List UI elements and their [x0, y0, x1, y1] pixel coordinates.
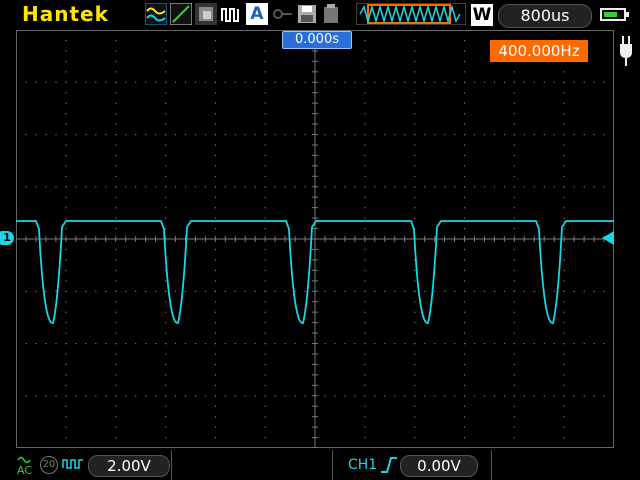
save-icon[interactable]: [296, 3, 318, 25]
ac-coupling-icon[interactable]: AC: [16, 454, 36, 480]
trigger-time-badge[interactable]: 0.000s: [282, 31, 352, 49]
footer-divider: [171, 450, 172, 480]
footer-divider: [332, 450, 333, 480]
ramp-icon[interactable]: [169, 2, 193, 26]
battery-level: [604, 12, 617, 17]
waveform-mode-icon[interactable]: [144, 2, 168, 26]
key-icon: [272, 3, 294, 25]
power-plug-icon: [618, 36, 634, 71]
pulse-icon[interactable]: [220, 3, 242, 25]
window-button[interactable]: W: [471, 4, 493, 26]
trigger-source[interactable]: CH1: [348, 457, 377, 473]
probe-icon[interactable]: [62, 456, 84, 476]
usb-icon: [320, 3, 342, 25]
channel1-volts-per-div[interactable]: 2.00V: [88, 455, 170, 477]
auto-mode-button[interactable]: A: [246, 3, 268, 25]
battery-icon: [600, 8, 629, 21]
rising-edge-icon[interactable]: [380, 455, 398, 479]
brand-logo: Hantek: [22, 2, 109, 26]
frequency-readout: 400.000Hz: [490, 40, 588, 62]
top-status-bar: Hantek A W 800us: [0, 0, 640, 30]
trigger-level-readout[interactable]: 0.00V: [400, 455, 478, 477]
coupling-label: AC: [17, 464, 32, 476]
memory-position-indicator[interactable]: [355, 2, 467, 26]
channel1-marker[interactable]: 1: [0, 231, 14, 245]
waveform-display[interactable]: [15, 29, 615, 449]
trigger-level-arrow-icon[interactable]: [602, 231, 614, 245]
footer-divider: [491, 450, 492, 480]
bandwidth-limit-badge[interactable]: 20: [40, 456, 58, 474]
persistence-icon[interactable]: [195, 3, 217, 25]
timebase-readout[interactable]: 800us: [498, 4, 592, 28]
